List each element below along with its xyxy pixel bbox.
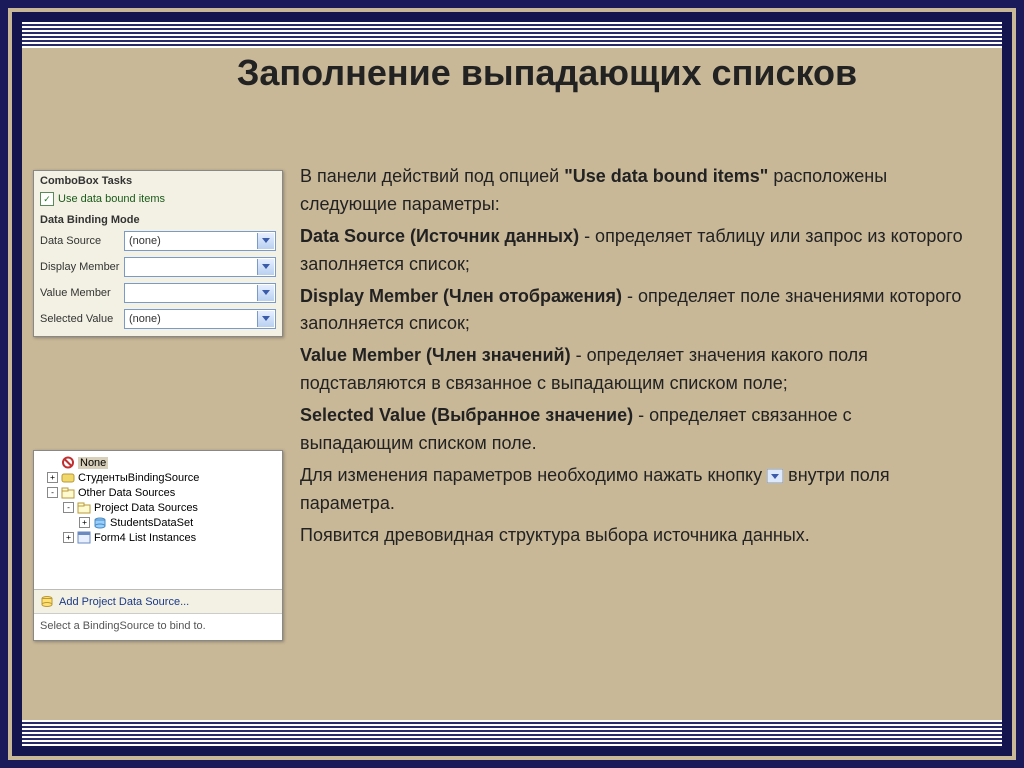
- none-icon: [61, 456, 75, 469]
- dropdown-data-source[interactable]: (none): [124, 231, 276, 251]
- field-value-member: Value Member: [34, 280, 282, 306]
- dropdown-selected-value[interactable]: (none): [124, 309, 276, 329]
- field-display-member: Display Member: [34, 254, 282, 280]
- expand-icon[interactable]: +: [47, 472, 58, 483]
- para-7: Появится древовидная структура выбора ис…: [300, 522, 964, 550]
- dropdown-icon: [767, 469, 783, 483]
- stripe-top: [22, 22, 1002, 48]
- combobox-tasks-panel: ComboBox Tasks ✓ Use data bound items Da…: [33, 170, 283, 337]
- checkbox-icon[interactable]: ✓: [40, 192, 54, 206]
- field-selected-value: Selected Value (none): [34, 306, 282, 332]
- form-icon: [77, 531, 91, 544]
- tree-node-form[interactable]: + Form4 List Instances: [36, 530, 280, 545]
- chevron-down-icon[interactable]: [257, 233, 274, 249]
- dataset-icon: [93, 516, 107, 529]
- expand-icon[interactable]: +: [79, 517, 90, 528]
- tree-node-dataset[interactable]: + StudentsDataSet: [36, 515, 280, 530]
- checkbox-label: Use data bound items: [58, 193, 165, 205]
- binding-icon: [61, 471, 75, 484]
- panel-header: ComboBox Tasks: [34, 171, 282, 191]
- tree-node-project[interactable]: - Project Data Sources: [36, 500, 280, 515]
- tree-node-other[interactable]: - Other Data Sources: [36, 485, 280, 500]
- dropdown-value-member[interactable]: [124, 283, 276, 303]
- chevron-down-icon[interactable]: [257, 285, 274, 301]
- collapse-icon[interactable]: -: [63, 502, 74, 513]
- use-data-bound-row[interactable]: ✓ Use data bound items: [34, 191, 282, 210]
- slide-body: В панели действий под опцией "Use data b…: [300, 163, 964, 554]
- stripe-bottom: [22, 720, 1002, 746]
- tree-node-none[interactable]: None: [36, 455, 280, 470]
- chevron-down-icon[interactable]: [257, 259, 274, 275]
- tree-node-students[interactable]: + СтудентыBindingSource: [36, 470, 280, 485]
- para-3: Display Member (Член отображения) - опре…: [300, 283, 964, 339]
- folder-icon: [61, 486, 75, 499]
- add-datasource-link[interactable]: Add Project Data Source...: [34, 589, 282, 613]
- para-1: В панели действий под опцией "Use data b…: [300, 163, 964, 219]
- field-data-source: Data Source (none): [34, 228, 282, 254]
- chevron-down-icon[interactable]: [257, 311, 274, 327]
- expand-icon[interactable]: +: [63, 532, 74, 543]
- slide-title: Заполнение выпадающих списков: [130, 50, 964, 95]
- collapse-icon[interactable]: -: [47, 487, 58, 498]
- dropdown-display-member[interactable]: [124, 257, 276, 277]
- para-5: Selected Value (Выбранное значение) - оп…: [300, 402, 964, 458]
- para-6: Для изменения параметров необходимо нажа…: [300, 462, 964, 518]
- database-add-icon: [40, 595, 54, 608]
- tree-body: None + СтудентыBindingSource - Other Dat…: [34, 451, 282, 589]
- datasource-tree-panel: None + СтудентыBindingSource - Other Dat…: [33, 450, 283, 641]
- tree-hint: Select a BindingSource to bind to.: [34, 613, 282, 640]
- para-2: Data Source (Источник данных) - определя…: [300, 223, 964, 279]
- folder-icon: [77, 501, 91, 514]
- para-4: Value Member (Член значений) - определяе…: [300, 342, 964, 398]
- section-label: Data Binding Mode: [34, 210, 282, 228]
